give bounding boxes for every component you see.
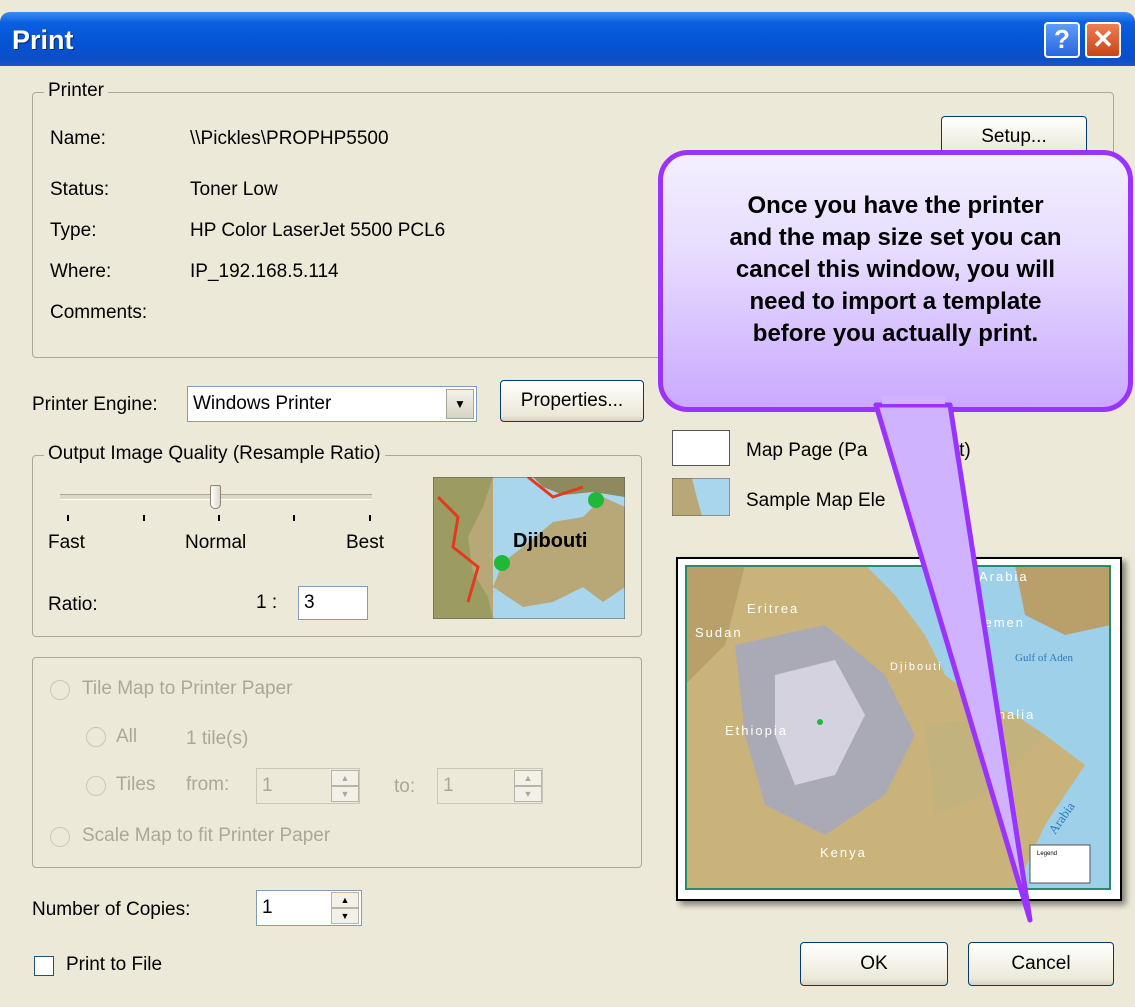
map-label: Gulf of Aden (1015, 652, 1074, 664)
map-page-label-tail: out) (938, 440, 971, 461)
sample-map-swatch (672, 478, 730, 516)
to-stepper[interactable]: ▲ ▼ (514, 770, 542, 802)
close-icon: ✕ (1092, 24, 1114, 54)
map-label: Djibouti (890, 661, 943, 673)
map-label: omalia (985, 707, 1035, 722)
callout-text: Once you have the printer and the map si… (668, 190, 1123, 350)
map-label: di Arabia (960, 569, 1029, 584)
fast-label: Fast (48, 532, 85, 553)
where-label: Where: (50, 261, 112, 282)
slider-tick (218, 515, 220, 521)
help-button[interactable]: ? (1044, 22, 1080, 58)
callout-line: need to import a template (749, 288, 1042, 315)
callout-line: and the map size set you can (729, 224, 1062, 251)
map-label: Sudan (695, 625, 743, 640)
down-arrow-icon: ▼ (331, 908, 359, 924)
quality-slider-thumb[interactable] (210, 485, 221, 509)
scale-map-label: Scale Map to fit Printer Paper (82, 825, 331, 846)
up-arrow-icon: ▲ (331, 770, 359, 786)
chevron-down-icon: ▼ (454, 397, 466, 411)
properties-button[interactable]: Properties... (500, 380, 644, 422)
window-title: Print (12, 25, 74, 55)
map-label: Yemen (975, 615, 1025, 630)
copies-label: Number of Copies: (32, 899, 191, 920)
name-label: Name: (50, 128, 106, 149)
map-preview-image: di Arabia Eritrea Sudan Yemen Djibouti E… (685, 565, 1111, 890)
quality-preview-image: Djibouti (433, 477, 625, 619)
close-button[interactable]: ✕ (1085, 22, 1121, 58)
down-arrow-icon: ▼ (331, 786, 359, 802)
print-to-file-label: Print to File (66, 954, 163, 975)
callout-line: before you actually print. (752, 320, 1039, 347)
title-bar[interactable] (0, 12, 1135, 66)
quality-group-label: Output Image Quality (Resample Ratio) (44, 443, 385, 465)
tiles-range-radio[interactable] (86, 776, 106, 796)
ratio-prefix: 1 : (256, 592, 278, 613)
print-to-file-checkbox[interactable] (34, 956, 54, 976)
name-value: \\Pickles\PROPHP5500 (190, 128, 389, 149)
all-tiles-label: All (116, 726, 138, 747)
up-arrow-icon: ▲ (514, 770, 542, 786)
print-dialog: Print ? ✕ Printer Name: \\Pickles\PROPHP… (0, 0, 1135, 1007)
status-label: Status: (50, 179, 110, 200)
from-stepper[interactable]: ▲ ▼ (331, 770, 359, 802)
map-page-swatch (672, 430, 730, 466)
tile-map-radio[interactable] (50, 680, 70, 700)
slider-tick (143, 515, 145, 521)
callout-line: cancel this window, you will (735, 256, 1056, 283)
tiles-label: Tiles (116, 774, 156, 795)
down-arrow-icon: ▼ (514, 786, 542, 802)
copies-stepper[interactable]: ▲ ▼ (331, 892, 359, 924)
to-label: to: (394, 776, 416, 797)
preview-place-label: Djibouti (513, 530, 587, 552)
map-label: Eritrea (747, 601, 799, 616)
map-label: Ethiopia (725, 723, 788, 738)
normal-label: Normal (185, 532, 247, 553)
from-label: from: (186, 774, 230, 795)
printer-engine-value: Windows Printer (193, 393, 332, 414)
ratio-input[interactable]: 3 (298, 586, 368, 620)
map-legend-title: Legend (1037, 851, 1057, 857)
printer-group-label: Printer (44, 80, 108, 102)
up-arrow-icon: ▲ (331, 892, 359, 908)
slider-tick (369, 515, 371, 521)
slider-tick (293, 515, 295, 521)
sample-map-label: Sample Map Ele (746, 490, 886, 511)
status-value: Toner Low (190, 179, 278, 200)
type-label: Type: (50, 220, 97, 241)
map-label: Kenya (820, 845, 867, 860)
ok-button[interactable]: OK (800, 942, 948, 986)
best-label: Best (346, 532, 385, 553)
tile-map-label: Tile Map to Printer Paper (82, 678, 293, 699)
callout-line: Once you have the printer (747, 192, 1044, 219)
printer-engine-dropdown[interactable]: ▼ (446, 389, 474, 419)
type-value: HP Color LaserJet 5500 PCL6 (190, 220, 446, 241)
scale-map-radio[interactable] (50, 827, 70, 847)
printer-engine-label: Printer Engine: (32, 394, 158, 415)
ratio-label: Ratio: (48, 594, 98, 615)
cancel-button[interactable]: Cancel (968, 942, 1114, 986)
map-page-label: Map Page (Pa (746, 440, 868, 461)
comments-label: Comments: (50, 302, 148, 323)
where-value: IP_192.168.5.114 (190, 261, 339, 282)
printer-engine-select[interactable]: Windows Printer (187, 386, 477, 422)
slider-tick (67, 515, 69, 521)
all-tiles-radio[interactable] (86, 727, 106, 747)
tile-count: 1 tile(s) (186, 728, 249, 749)
